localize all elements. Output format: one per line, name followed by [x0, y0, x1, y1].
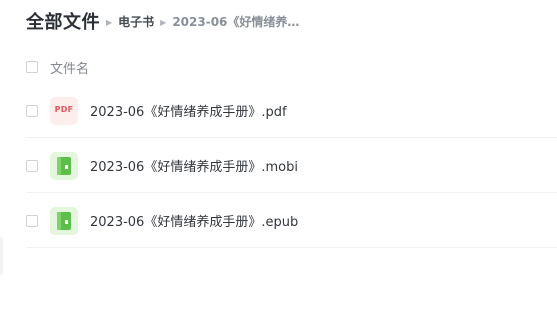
select-all-checkbox[interactable] — [26, 61, 38, 73]
ebook-file-icon — [50, 206, 78, 235]
file-name[interactable]: 2023-06《好情绪养成手册》.epub — [90, 211, 298, 230]
breadcrumb-root[interactable]: 全部文件 — [26, 8, 100, 34]
file-row[interactable]: 2023-06《好情绪养成手册》.epub — [0, 193, 557, 248]
ebook-file-icon — [50, 151, 78, 180]
file-row[interactable]: 2023-06《好情绪养成手册》.mobi — [0, 138, 557, 193]
file-row[interactable]: PDF 2023-06《好情绪养成手册》.pdf — [0, 83, 557, 138]
file-list: PDF 2023-06《好情绪养成手册》.pdf 2023-06《好情绪养成手册… — [0, 83, 557, 248]
breadcrumb-folder[interactable]: 电子书 — [118, 13, 154, 30]
breadcrumb-current: 2023-06《好情绪养成... — [172, 14, 309, 29]
list-header: 文件名 — [26, 56, 89, 78]
pdf-icon-label: PDF — [54, 104, 74, 114]
file-checkbox[interactable] — [26, 214, 38, 227]
breadcrumb-separator-icon: ▶ — [160, 17, 167, 27]
pdf-file-icon: PDF — [50, 96, 78, 125]
file-name[interactable]: 2023-06《好情绪养成手册》.pdf — [90, 101, 287, 120]
file-checkbox[interactable] — [26, 159, 38, 172]
file-browser: 全部文件 ▶ 电子书 ▶ 2023-06《好情绪养成... 文件名 PDF 20… — [0, 0, 557, 327]
file-name[interactable]: 2023-06《好情绪养成手册》.mobi — [90, 156, 298, 175]
breadcrumb: 全部文件 ▶ 电子书 ▶ 2023-06《好情绪养成... — [26, 8, 308, 34]
column-header-name[interactable]: 文件名 — [50, 58, 89, 77]
breadcrumb-separator-icon: ▶ — [106, 17, 113, 27]
file-checkbox[interactable] — [26, 104, 38, 117]
